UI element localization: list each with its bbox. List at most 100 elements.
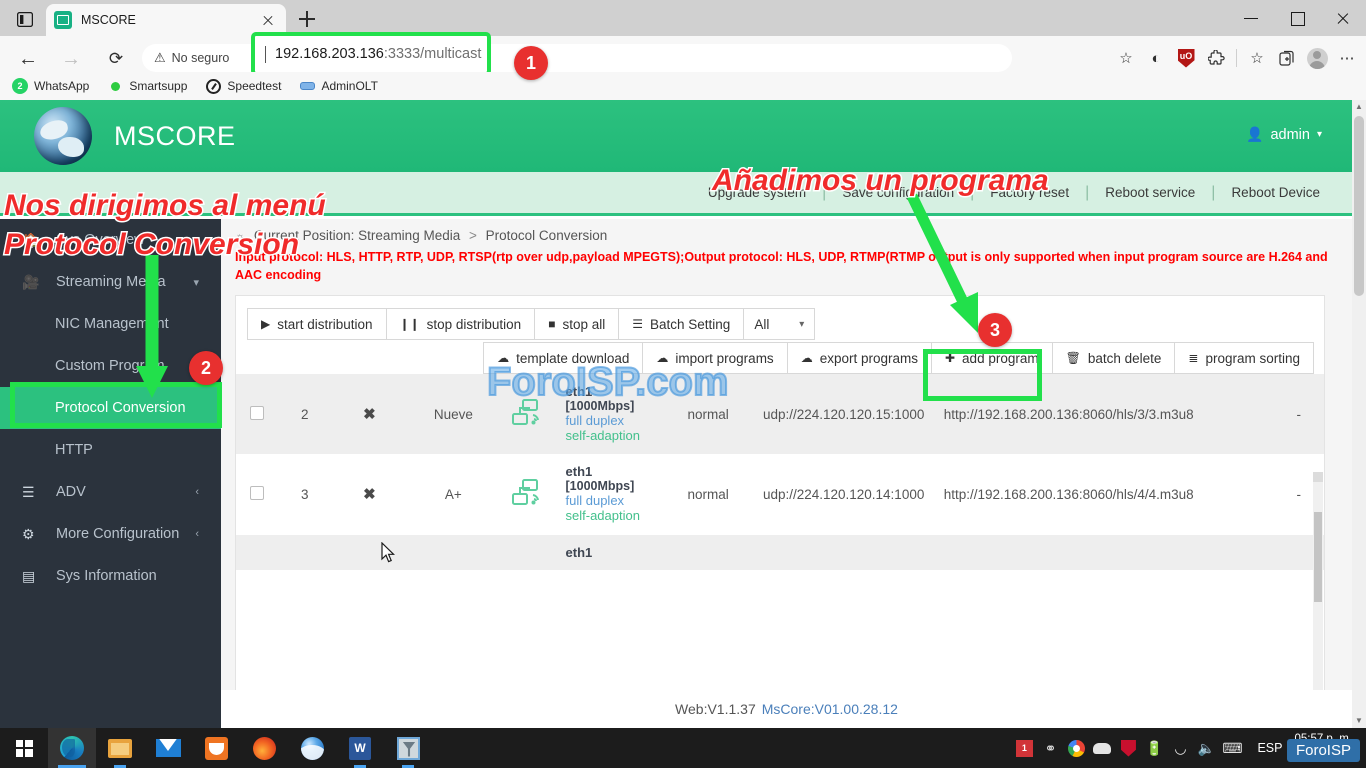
stop-all-button[interactable]: ■ stop all <box>534 308 619 340</box>
table-row[interactable]: 3 ✖ A+ eth1 [1000Mbps] full duplex <box>236 454 1324 534</box>
page-scrollbar[interactable]: ▲ ▼ <box>1352 100 1366 728</box>
taskbar-edge-icon[interactable] <box>48 728 96 768</box>
window-controls <box>1228 0 1366 36</box>
collections-icon[interactable] <box>1272 44 1302 72</box>
whatsapp-icon: 2 <box>12 78 28 94</box>
nic-adaption: self-adaption <box>566 508 665 524</box>
scroll-down-icon[interactable]: ▼ <box>1352 714 1366 728</box>
nic-adaption: self-adaption <box>566 428 665 444</box>
row-input-url: udp://224.120.120.15:1000 <box>748 374 940 454</box>
onedrive-icon[interactable] <box>1089 728 1115 768</box>
sidebar-item-protocol-conversion[interactable]: Protocol Conversion <box>0 387 221 429</box>
taskbar-word-icon[interactable]: W <box>336 728 384 768</box>
server-icon: ▤ <box>22 568 44 585</box>
add-favorite-icon[interactable]: ☆ <box>1111 44 1141 72</box>
gears-icon: ⚙ <box>22 526 44 543</box>
keyboard-icon[interactable]: ⌨ <box>1219 728 1245 768</box>
filter-select[interactable]: All ▾ <box>743 308 815 340</box>
close-icon[interactable] <box>258 10 278 30</box>
row-checkbox-cell[interactable] <box>236 454 278 534</box>
tab-actions-icon[interactable] <box>10 7 40 31</box>
taskbar-mendeley-icon[interactable] <box>192 728 240 768</box>
template-download-button[interactable]: ☁ template download <box>483 342 643 374</box>
favorites-icon[interactable]: ☆ <box>1242 44 1272 72</box>
bookmark-smartsupp[interactable]: Smartsupp <box>107 78 187 94</box>
nav-save-configuration[interactable]: Save configuration <box>826 185 970 200</box>
url-highlight-annotation[interactable]: 192.168.203.136:3333/multicast <box>251 32 491 76</box>
stop-distribution-button[interactable]: ❙❙ stop distribution <box>386 308 536 340</box>
extensions-icon[interactable] <box>1201 44 1231 72</box>
maximize-button[interactable] <box>1274 0 1320 36</box>
sidebar-item-more-configuration[interactable]: ⚙ More Configuration ‹ <box>0 513 221 555</box>
add-program-button[interactable]: ✚ add program <box>931 342 1053 374</box>
mcafee-icon[interactable] <box>1115 728 1141 768</box>
row-status-mark[interactable]: ✖ <box>331 374 408 454</box>
user-menu[interactable]: 👤 admin ▾ <box>1246 126 1322 143</box>
taskbar-glass-icon[interactable] <box>288 728 336 768</box>
minimize-button[interactable] <box>1228 0 1274 36</box>
row-checkbox[interactable] <box>250 486 264 500</box>
ublock-origin-icon[interactable]: uO <box>1171 44 1201 72</box>
browser-tab[interactable]: MSCORE <box>46 4 286 36</box>
scroll-up-icon[interactable] <box>1313 472 1323 482</box>
battery-icon[interactable]: 🔋 <box>1141 728 1167 768</box>
window-close-button[interactable] <box>1320 0 1366 36</box>
table-scrollbar[interactable] <box>1313 472 1323 694</box>
forward-icon[interactable]: → <box>58 46 84 72</box>
import-programs-button[interactable]: ☁ import programs <box>642 342 787 374</box>
globe-logo-icon <box>34 107 92 165</box>
headset-icon[interactable]: ⚭ <box>1037 728 1063 768</box>
row-checkbox-cell[interactable] <box>236 374 278 454</box>
nav-factory-reset[interactable]: Factory reset <box>974 185 1085 200</box>
taskbar-winbox-icon[interactable] <box>384 728 432 768</box>
tracking-prevention-icon[interactable]: ◐ <box>1141 44 1171 72</box>
sidebar-item-sys-overview[interactable]: 🏠 Sys Overview <box>0 219 221 261</box>
table-row[interactable]: eth1 <box>236 535 1324 570</box>
bookmark-whatsapp[interactable]: 2 WhatsApp <box>12 78 89 94</box>
reload-icon[interactable]: ⟳ <box>103 46 129 72</box>
new-tab-button[interactable] <box>294 6 320 32</box>
sidebar-item-custom-program[interactable]: Custom Program <box>0 345 221 387</box>
sidebar-item-http[interactable]: HTTP <box>0 429 221 471</box>
sidebar-item-nic-management[interactable]: NIC Management <box>0 303 221 345</box>
toolbar-divider <box>1236 49 1237 67</box>
taskbar-file-explorer-icon[interactable] <box>96 728 144 768</box>
tab-favicon-icon <box>54 11 72 29</box>
start-distribution-button[interactable]: ▶ start distribution <box>247 308 387 340</box>
nav-reboot-service[interactable]: Reboot service <box>1089 185 1211 200</box>
sidebar-item-adv[interactable]: ☰ ADV ‹ <box>0 471 221 513</box>
nav-reboot-device[interactable]: Reboot Device <box>1215 185 1336 200</box>
breadcrumb-parent[interactable]: Streaming Media <box>358 228 460 243</box>
volume-icon[interactable]: 🔈 <box>1193 728 1219 768</box>
bookmark-speedtest[interactable]: Speedtest <box>205 78 281 94</box>
sidebar-item-label: Streaming Media <box>56 274 166 290</box>
profile-avatar-icon[interactable] <box>1302 44 1332 72</box>
program-sorting-button[interactable]: ≣ program sorting <box>1174 342 1314 374</box>
row-status-mark[interactable]: ✖ <box>331 454 408 534</box>
notification-icon[interactable]: 1 <box>1011 728 1037 768</box>
wifi-icon[interactable]: ◡ <box>1167 728 1193 768</box>
sidebar-item-sys-information[interactable]: ▤ Sys Information <box>0 555 221 597</box>
settings-more-icon[interactable]: ⋯ <box>1332 44 1362 72</box>
start-icon[interactable] <box>0 728 48 768</box>
filter-value: All <box>754 317 769 332</box>
home-icon: 🏠 <box>22 232 44 249</box>
scroll-up-icon[interactable]: ▲ <box>1352 100 1366 114</box>
scroll-thumb[interactable] <box>1354 116 1364 296</box>
back-icon[interactable]: ← <box>15 46 41 72</box>
table-row[interactable]: 2 ✖ Nueve eth1 [1000Mbps] full duplex <box>236 374 1324 454</box>
taskbar-firefox-icon[interactable] <box>240 728 288 768</box>
bookmark-adminolt[interactable]: AdminOLT <box>299 78 377 94</box>
export-programs-button[interactable]: ☁ export programs <box>787 342 932 374</box>
chrome-icon[interactable] <box>1063 728 1089 768</box>
sidebar-item-label: Sys Overview <box>56 232 145 248</box>
row-checkbox[interactable] <box>250 406 264 420</box>
row-extra: - <box>1273 374 1324 454</box>
nav-upgrade-system[interactable]: Upgrade system <box>692 185 822 200</box>
sidebar-item-streaming-media[interactable]: 🎥 Streaming Media ▾ <box>0 261 221 303</box>
nic-duplex: full duplex <box>566 413 665 428</box>
batch-setting-button[interactable]: ☰ Batch Setting <box>618 308 744 340</box>
taskbar-mail-icon[interactable] <box>144 728 192 768</box>
batch-delete-button[interactable]: 🗑 batch delete <box>1052 342 1176 374</box>
scroll-thumb[interactable] <box>1314 512 1322 602</box>
